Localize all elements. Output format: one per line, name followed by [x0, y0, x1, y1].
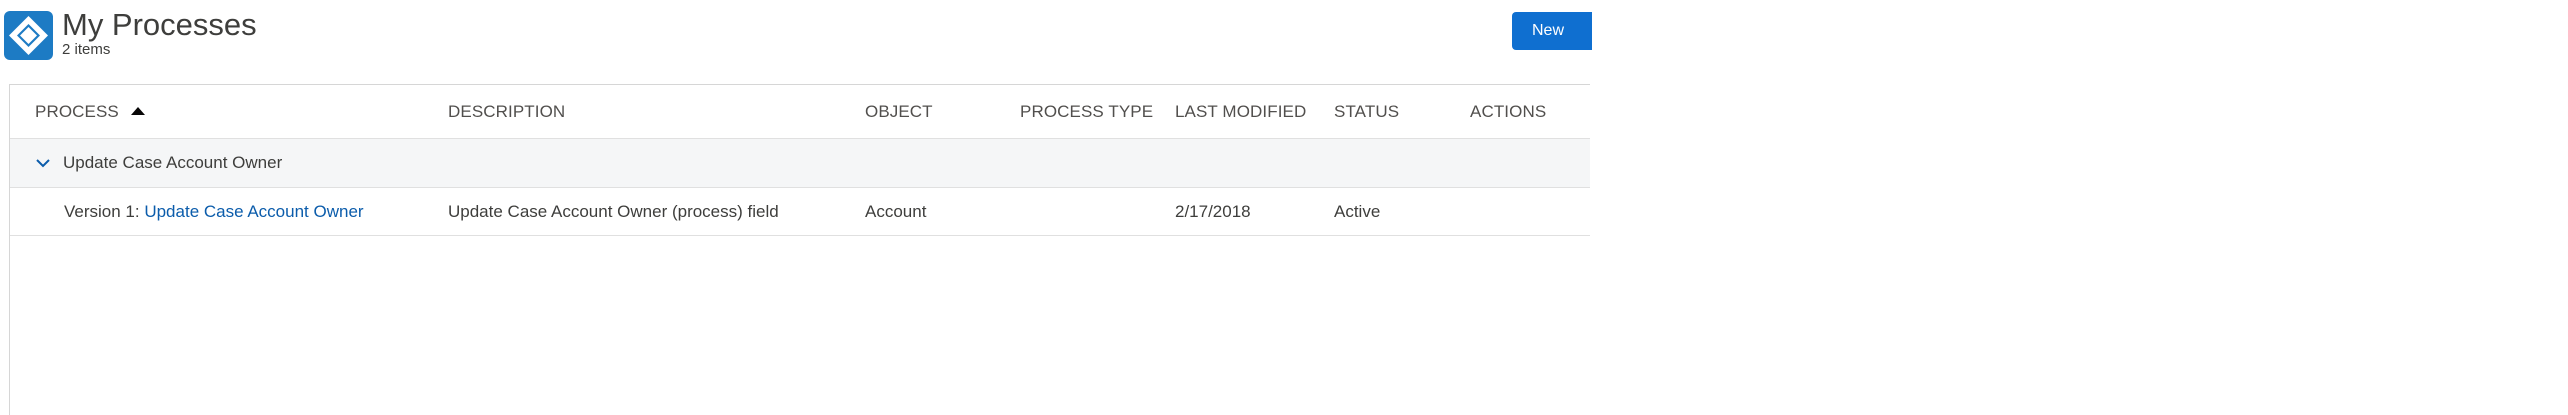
column-header-description: DESCRIPTION	[448, 102, 566, 121]
version-cell: Version 1: Update Case Account Owner	[64, 188, 364, 235]
table-header-row: PROCESS DESCRIPTION OBJECT PROCESS TYPE …	[10, 85, 1590, 139]
process-group-name: Update Case Account Owner	[63, 153, 283, 172]
processes-table: PROCESS DESCRIPTION OBJECT PROCESS TYPE …	[9, 84, 1590, 415]
sort-ascending-icon[interactable]	[130, 107, 145, 115]
description-cell: Update Case Account Owner (process) fiel…	[448, 202, 779, 221]
status-cell: Active	[1334, 202, 1381, 221]
column-header-last-modified: LAST MODIFIED	[1175, 102, 1307, 121]
process-group-row[interactable]: Update Case Account Owner	[10, 139, 1590, 188]
column-header-object: OBJECT	[865, 102, 933, 121]
table-row: Version 1: Update Case Account Owner Upd…	[10, 188, 1590, 236]
column-header-actions: ACTIONS	[1470, 102, 1547, 121]
column-header-process[interactable]: PROCESS	[35, 85, 145, 138]
page-title: My Processes	[62, 7, 257, 42]
new-button[interactable]: New	[1512, 12, 1592, 50]
item-count: 2 items	[62, 41, 111, 58]
chevron-down-icon[interactable]	[35, 155, 51, 171]
version-prefix: Version 1:	[64, 202, 145, 221]
column-header-process-type: PROCESS TYPE	[1020, 102, 1154, 121]
process-diamond-icon	[4, 11, 53, 60]
column-header-process-label: PROCESS	[35, 102, 119, 121]
object-cell: Account	[865, 202, 927, 221]
last-modified-cell: 2/17/2018	[1175, 202, 1251, 221]
version-link[interactable]: Update Case Account Owner	[144, 202, 363, 221]
column-header-status: STATUS	[1334, 102, 1400, 121]
